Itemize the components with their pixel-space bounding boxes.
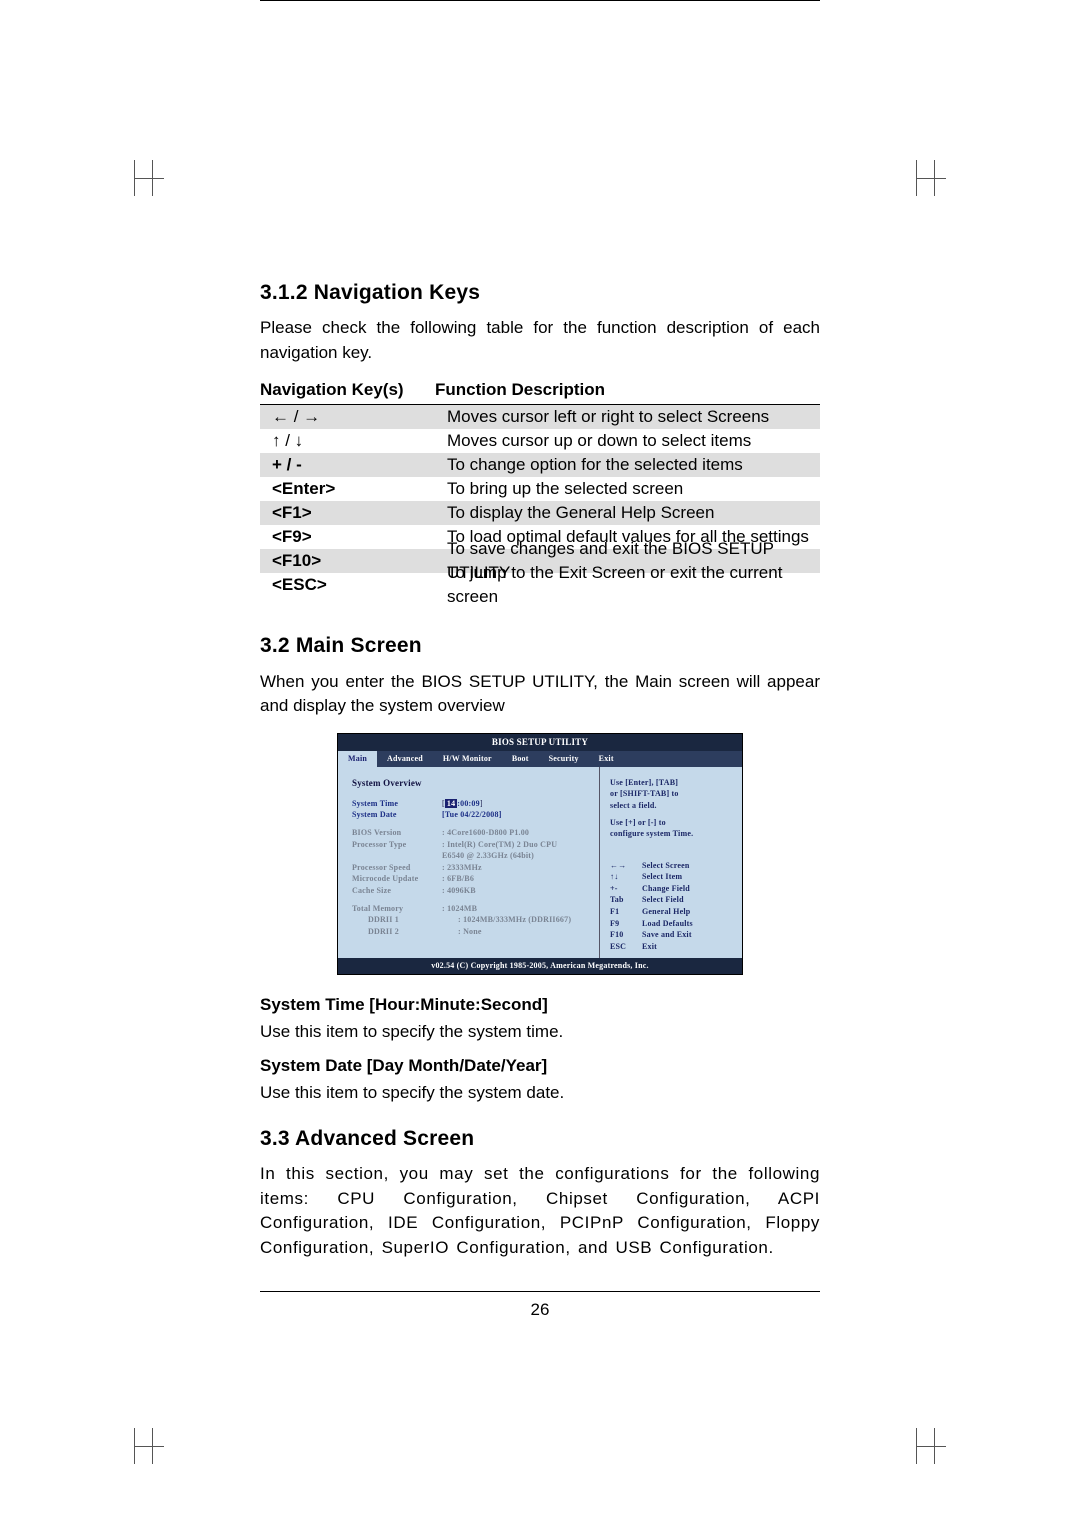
bios-system-date-label: System Date — [352, 809, 442, 821]
cell-desc: Moves cursor left or right to select Scr… — [447, 405, 820, 430]
section-33-intro: In this section, you may set the configu… — [260, 1162, 820, 1261]
bios-tab-security: Security — [539, 751, 589, 767]
section-312-title: 3.1.2 Navigation Keys — [260, 278, 820, 308]
table-row: ↑ / ↓ Moves cursor up or down to select … — [260, 429, 820, 453]
bios-proc-speed-value: : 2333MHz — [442, 862, 589, 874]
system-time-text: Use this item to specify the system time… — [260, 1020, 820, 1045]
bios-ddr2-value: : None — [458, 926, 589, 938]
bios-cache-value: : 4096KB — [442, 885, 589, 897]
cell-desc: Moves cursor up or down to select items — [447, 429, 820, 454]
bios-tab-hwmonitor: H/W Monitor — [433, 751, 502, 767]
cell-key: + / - — [260, 453, 447, 478]
cell-desc: To change option for the selected items — [447, 453, 820, 478]
cell-desc: To jump to the Exit Screen or exit the c… — [447, 561, 820, 610]
table-row: <F1> To display the General Help Screen — [260, 501, 820, 525]
bios-proc-type-label: Processor Type — [352, 839, 442, 851]
table-row: <Enter> To bring up the selected screen — [260, 477, 820, 501]
bios-right-panel: Use [Enter], [TAB] or [SHIFT-TAB] to sel… — [600, 767, 742, 959]
bios-mem-label: Total Memory — [352, 903, 442, 915]
cell-key: <F1> — [260, 501, 447, 526]
cell-key: <F10> — [260, 549, 447, 574]
navigation-keys-table: Navigation Key(s) Function Description ←… — [260, 378, 820, 598]
cell-desc: To bring up the selected screen — [447, 477, 820, 502]
cell-desc: To display the General Help Screen — [447, 501, 820, 526]
table-row: + / - To change option for the selected … — [260, 453, 820, 477]
bios-system-time-label: System Time — [352, 798, 442, 810]
bios-proc-speed-label: Processor Speed — [352, 862, 442, 874]
bios-screenshot: BIOS SETUP UTILITY Main Advanced H/W Mon… — [337, 733, 743, 975]
bios-cache-label: Cache Size — [352, 885, 442, 897]
bios-mem-value: : 1024MB — [442, 903, 589, 915]
bios-left-panel: System Overview System Time [14:00:09] S… — [338, 767, 600, 959]
section-32-intro: When you enter the BIOS SETUP UTILITY, t… — [260, 670, 820, 719]
section-33-title: 3.3 Advanced Screen — [260, 1124, 820, 1154]
bios-system-date-value: [Tue 04/22/2008] — [442, 809, 589, 821]
bios-microcode-label: Microcode Update — [352, 873, 442, 885]
bios-ddr1-label: DDRII 1 — [352, 914, 458, 926]
bios-tab-main: Main — [338, 751, 377, 767]
table-header: Navigation Key(s) Function Description — [260, 378, 820, 406]
cell-key: <Enter> — [260, 477, 447, 502]
table-row: <ESC> To jump to the Exit Screen or exit… — [260, 573, 820, 597]
cell-key: ← / → — [260, 405, 447, 430]
bios-title: BIOS SETUP UTILITY — [338, 734, 742, 751]
th-desc: Function Description — [435, 378, 820, 403]
section-312-intro: Please check the following table for the… — [260, 316, 820, 365]
top-rule — [260, 0, 820, 1]
bottom-rule — [260, 1291, 820, 1292]
bios-ddr1-value: : 1024MB/333MHz (DDRII667) — [458, 914, 589, 926]
cell-key: <ESC> — [260, 573, 447, 598]
bios-version-label: BIOS Version — [352, 827, 442, 839]
th-keys: Navigation Key(s) — [260, 378, 435, 403]
bios-version-value: : 4Core1600-D800 P1.00 — [442, 827, 589, 839]
page-content: 3.1.2 Navigation Keys Please check the f… — [260, 53, 820, 1322]
bios-tab-exit: Exit — [589, 751, 624, 767]
section-32-title: 3.2 Main Screen — [260, 631, 820, 661]
system-date-heading: System Date [Day Month/Date/Year] — [260, 1054, 820, 1079]
crop-mark — [916, 160, 946, 196]
crop-mark — [134, 1428, 164, 1464]
bios-tab-boot: Boot — [502, 751, 539, 767]
bios-ddr2-label: DDRII 2 — [352, 926, 458, 938]
bios-proc-type-value: : Intel(R) Core(TM) 2 Duo CPU — [442, 839, 589, 851]
bios-tabs: Main Advanced H/W Monitor Boot Security … — [338, 751, 742, 767]
crop-mark — [134, 160, 164, 196]
bios-tab-advanced: Advanced — [377, 751, 433, 767]
bios-overview-heading: System Overview — [352, 777, 589, 790]
cell-key: <F9> — [260, 525, 447, 550]
system-time-heading: System Time [Hour:Minute:Second] — [260, 993, 820, 1018]
table-row: ← / → Moves cursor left or right to sele… — [260, 405, 820, 429]
page-number: 26 — [260, 1298, 820, 1323]
bios-proc-type-value2: E6540 @ 2.33GHz (64bit) — [442, 850, 589, 862]
bios-footer: v02.54 (C) Copyright 1985-2005, American… — [338, 958, 742, 974]
system-date-text: Use this item to specify the system date… — [260, 1081, 820, 1106]
bios-system-time-value: [14:00:09] — [442, 798, 589, 810]
bios-keys-legend: ←→Select Screen ↑↓Select Item +-Change F… — [610, 860, 734, 953]
crop-mark — [916, 1428, 946, 1464]
bios-microcode-value: : 6FB/B6 — [442, 873, 589, 885]
bios-help-text: Use [Enter], [TAB] or [SHIFT-TAB] to sel… — [610, 777, 734, 840]
cell-key: ↑ / ↓ — [260, 429, 447, 454]
